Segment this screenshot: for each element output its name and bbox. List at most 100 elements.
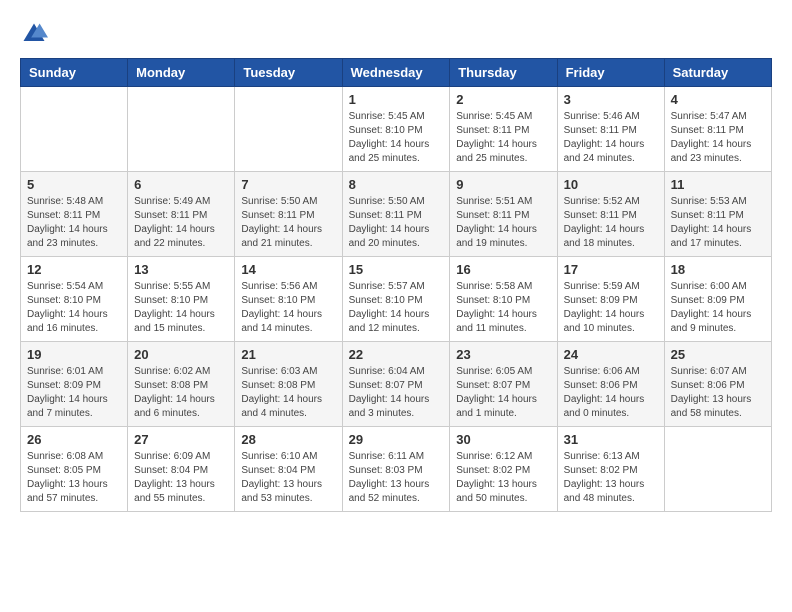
day-info: Sunrise: 6:11 AMSunset: 8:03 PMDaylight:… xyxy=(349,450,444,506)
calendar-cell: 9Sunrise: 5:51 AMSunset: 8:11 PMDaylight… xyxy=(450,172,557,257)
day-info: Sunrise: 6:04 AMSunset: 8:07 PMDaylight:… xyxy=(349,365,444,421)
day-info: Sunrise: 5:49 AMSunset: 8:11 PMDaylight:… xyxy=(134,195,228,251)
week-row-1: 1 Sunrise: 5:45 AMSunset: 8:10 PMDaylight… xyxy=(21,87,772,172)
calendar-cell: 27 Sunrise: 6:09 AMSunset: 8:04 PMDayligh… xyxy=(128,427,235,512)
calendar-cell: 15 Sunrise: 5:57 AMSunset: 8:10 PMDayligh… xyxy=(342,257,450,342)
day-number: 1 xyxy=(349,92,444,107)
day-info: Sunrise: 5:55 AMSunset: 8:10 PMDaylight:… xyxy=(134,280,228,336)
calendar-cell: 22 Sunrise: 6:04 AMSunset: 8:07 PMDayligh… xyxy=(342,342,450,427)
day-number: 2 xyxy=(456,92,550,107)
calendar-cell: 11Sunrise: 5:53 AMSunset: 8:11 PMDayligh… xyxy=(664,172,771,257)
day-info: Sunrise: 5:50 AMSunset: 8:11 PMDaylight:… xyxy=(241,195,335,251)
calendar-cell xyxy=(128,87,235,172)
day-number: 31 xyxy=(564,432,658,447)
day-number: 8 xyxy=(349,177,444,192)
day-number: 29 xyxy=(349,432,444,447)
weekday-header-monday: Monday xyxy=(128,59,235,87)
calendar-cell: 23 Sunrise: 6:05 AMSunset: 8:07 PMDayligh… xyxy=(450,342,557,427)
day-number: 9 xyxy=(456,177,550,192)
calendar-cell: 12 Sunrise: 5:54 AMSunset: 8:10 PMDayligh… xyxy=(21,257,128,342)
day-number: 19 xyxy=(27,347,121,362)
day-info: Sunrise: 5:46 AMSunset: 8:11 PMDaylight:… xyxy=(564,110,658,166)
calendar-cell xyxy=(664,427,771,512)
day-number: 11 xyxy=(671,177,765,192)
day-number: 25 xyxy=(671,347,765,362)
week-row-4: 19 Sunrise: 6:01 AMSunset: 8:09 PMDayligh… xyxy=(21,342,772,427)
calendar-cell: 21 Sunrise: 6:03 AMSunset: 8:08 PMDayligh… xyxy=(235,342,342,427)
day-info: Sunrise: 5:54 AMSunset: 8:10 PMDaylight:… xyxy=(27,280,121,336)
calendar-cell: 30 Sunrise: 6:12 AMSunset: 8:02 PMDayligh… xyxy=(450,427,557,512)
calendar-cell: 18Sunrise: 6:00 AMSunset: 8:09 PMDayligh… xyxy=(664,257,771,342)
day-number: 16 xyxy=(456,262,550,277)
day-number: 10 xyxy=(564,177,658,192)
calendar-cell: 31 Sunrise: 6:13 AMSunset: 8:02 PMDayligh… xyxy=(557,427,664,512)
calendar-cell: 19 Sunrise: 6:01 AMSunset: 8:09 PMDayligh… xyxy=(21,342,128,427)
day-number: 6 xyxy=(134,177,228,192)
day-number: 21 xyxy=(241,347,335,362)
day-info: Sunrise: 6:13 AMSunset: 8:02 PMDaylight:… xyxy=(564,450,658,506)
weekday-header-saturday: Saturday xyxy=(664,59,771,87)
day-info: Sunrise: 5:59 AMSunset: 8:09 PMDaylight:… xyxy=(564,280,658,336)
day-number: 28 xyxy=(241,432,335,447)
day-number: 17 xyxy=(564,262,658,277)
weekday-header-thursday: Thursday xyxy=(450,59,557,87)
calendar-cell: 4 Sunrise: 5:47 AMSunset: 8:11 PMDaylight… xyxy=(664,87,771,172)
calendar-cell: 26 Sunrise: 6:08 AMSunset: 8:05 PMDayligh… xyxy=(21,427,128,512)
day-number: 14 xyxy=(241,262,335,277)
logo-icon xyxy=(20,20,48,48)
day-info: Sunrise: 6:01 AMSunset: 8:09 PMDaylight:… xyxy=(27,365,121,421)
day-info: Sunrise: 5:57 AMSunset: 8:10 PMDaylight:… xyxy=(349,280,444,336)
weekday-header-friday: Friday xyxy=(557,59,664,87)
calendar-cell: 29 Sunrise: 6:11 AMSunset: 8:03 PMDayligh… xyxy=(342,427,450,512)
calendar-cell: 16 Sunrise: 5:58 AMSunset: 8:10 PMDayligh… xyxy=(450,257,557,342)
day-number: 26 xyxy=(27,432,121,447)
day-info: Sunrise: 6:00 AMSunset: 8:09 PMDaylight:… xyxy=(671,280,765,336)
day-info: Sunrise: 6:03 AMSunset: 8:08 PMDaylight:… xyxy=(241,365,335,421)
day-info: Sunrise: 6:12 AMSunset: 8:02 PMDaylight:… xyxy=(456,450,550,506)
weekday-header-sunday: Sunday xyxy=(21,59,128,87)
calendar-cell: 3 Sunrise: 5:46 AMSunset: 8:11 PMDaylight… xyxy=(557,87,664,172)
day-number: 23 xyxy=(456,347,550,362)
calendar-cell: 10Sunrise: 5:52 AMSunset: 8:11 PMDayligh… xyxy=(557,172,664,257)
day-number: 30 xyxy=(456,432,550,447)
day-info: Sunrise: 6:08 AMSunset: 8:05 PMDaylight:… xyxy=(27,450,121,506)
day-info: Sunrise: 6:09 AMSunset: 8:04 PMDaylight:… xyxy=(134,450,228,506)
calendar-cell: 5Sunrise: 5:48 AMSunset: 8:11 PMDaylight… xyxy=(21,172,128,257)
week-row-5: 26 Sunrise: 6:08 AMSunset: 8:05 PMDayligh… xyxy=(21,427,772,512)
logo xyxy=(20,20,52,48)
day-number: 22 xyxy=(349,347,444,362)
day-number: 7 xyxy=(241,177,335,192)
day-info: Sunrise: 6:02 AMSunset: 8:08 PMDaylight:… xyxy=(134,365,228,421)
day-number: 12 xyxy=(27,262,121,277)
day-number: 20 xyxy=(134,347,228,362)
day-number: 27 xyxy=(134,432,228,447)
calendar-table: SundayMondayTuesdayWednesdayThursdayFrid… xyxy=(20,58,772,512)
calendar-cell: 8Sunrise: 5:50 AMSunset: 8:11 PMDaylight… xyxy=(342,172,450,257)
weekday-header-row: SundayMondayTuesdayWednesdayThursdayFrid… xyxy=(21,59,772,87)
page-header xyxy=(20,20,772,48)
day-info: Sunrise: 5:45 AMSunset: 8:10 PMDaylight:… xyxy=(349,110,444,166)
calendar-cell: 24Sunrise: 6:06 AMSunset: 8:06 PMDayligh… xyxy=(557,342,664,427)
week-row-3: 12 Sunrise: 5:54 AMSunset: 8:10 PMDayligh… xyxy=(21,257,772,342)
day-number: 5 xyxy=(27,177,121,192)
calendar-cell: 2 Sunrise: 5:45 AMSunset: 8:11 PMDaylight… xyxy=(450,87,557,172)
calendar-cell: 17 Sunrise: 5:59 AMSunset: 8:09 PMDayligh… xyxy=(557,257,664,342)
day-info: Sunrise: 5:47 AMSunset: 8:11 PMDaylight:… xyxy=(671,110,765,166)
day-number: 15 xyxy=(349,262,444,277)
day-number: 4 xyxy=(671,92,765,107)
day-info: Sunrise: 6:05 AMSunset: 8:07 PMDaylight:… xyxy=(456,365,550,421)
day-info: Sunrise: 5:58 AMSunset: 8:10 PMDaylight:… xyxy=(456,280,550,336)
weekday-header-tuesday: Tuesday xyxy=(235,59,342,87)
calendar-cell: 25Sunrise: 6:07 AMSunset: 8:06 PMDayligh… xyxy=(664,342,771,427)
calendar-cell: 13 Sunrise: 5:55 AMSunset: 8:10 PMDayligh… xyxy=(128,257,235,342)
day-info: Sunrise: 6:10 AMSunset: 8:04 PMDaylight:… xyxy=(241,450,335,506)
day-info: Sunrise: 5:56 AMSunset: 8:10 PMDaylight:… xyxy=(241,280,335,336)
day-number: 24 xyxy=(564,347,658,362)
calendar-cell: 20 Sunrise: 6:02 AMSunset: 8:08 PMDayligh… xyxy=(128,342,235,427)
weekday-header-wednesday: Wednesday xyxy=(342,59,450,87)
day-number: 3 xyxy=(564,92,658,107)
day-number: 13 xyxy=(134,262,228,277)
day-info: Sunrise: 5:45 AMSunset: 8:11 PMDaylight:… xyxy=(456,110,550,166)
week-row-2: 5Sunrise: 5:48 AMSunset: 8:11 PMDaylight… xyxy=(21,172,772,257)
calendar-cell: 28 Sunrise: 6:10 AMSunset: 8:04 PMDayligh… xyxy=(235,427,342,512)
